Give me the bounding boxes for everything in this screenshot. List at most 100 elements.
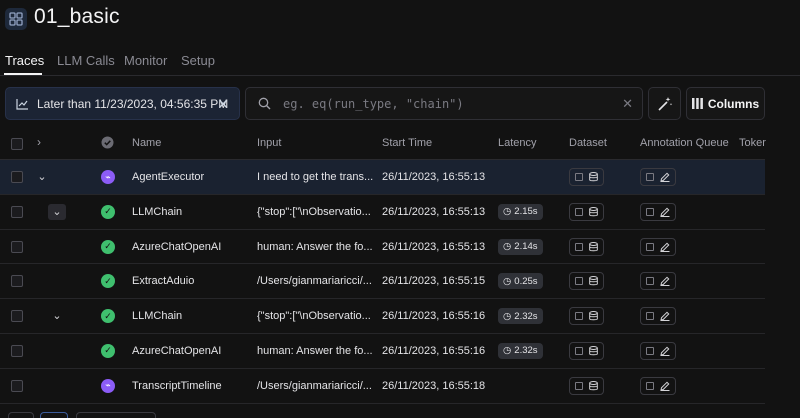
database-icon xyxy=(589,345,598,356)
current-page-button[interactable] xyxy=(40,412,68,418)
annotate-button[interactable] xyxy=(640,237,676,256)
table-row[interactable]: ✓ AzureChatOpenAI human: Answer the fo..… xyxy=(0,230,765,265)
clear-icon[interactable]: ✕ xyxy=(622,96,633,112)
annotate-button[interactable] xyxy=(640,341,676,360)
header-dataset[interactable]: Dataset xyxy=(569,137,607,149)
latency-badge: ◷ 2.32s xyxy=(498,342,543,359)
tab-bar: Traces LLM Calls Monitor Setup xyxy=(0,50,800,76)
row-input: human: Answer the fo... xyxy=(257,344,373,357)
add-to-dataset-button[interactable] xyxy=(569,168,604,186)
search-icon xyxy=(258,97,271,110)
chart-line-icon xyxy=(16,98,29,110)
prev-page-button[interactable] xyxy=(8,412,34,418)
clock-icon: ◷ xyxy=(503,310,512,322)
clock-icon: ◷ xyxy=(503,241,512,253)
annotate-button[interactable] xyxy=(640,272,676,291)
annotate-button[interactable] xyxy=(640,202,676,221)
header-annotation-queue[interactable]: Annotation Queue xyxy=(640,137,729,149)
clock-icon: ◷ xyxy=(503,206,512,218)
row-start-time: 26/11/2023, 16:55:18 xyxy=(382,379,486,392)
row-input: {"stop":["\nObservatio... xyxy=(257,205,371,218)
pencil-icon xyxy=(660,381,670,391)
latency-badge: ◷ 2.14s xyxy=(498,238,543,255)
chevron-down-icon[interactable]: ⌄ xyxy=(48,203,66,220)
pencil-icon xyxy=(660,276,670,287)
header-input[interactable]: Input xyxy=(257,137,281,149)
add-to-dataset-button[interactable] xyxy=(569,376,604,395)
columns-icon xyxy=(691,98,703,109)
latency-value: 2.14s xyxy=(514,241,538,253)
expand-all-chevron-icon[interactable]: › xyxy=(37,135,41,149)
pagination-bar xyxy=(0,410,800,418)
traces-table: › Name Input Start Time Latency Dataset … xyxy=(0,127,766,404)
row-checkbox[interactable] xyxy=(11,240,23,253)
latency-value: 2.15s xyxy=(514,206,538,218)
row-checkbox[interactable] xyxy=(11,205,23,218)
select-all-checkbox[interactable] xyxy=(11,138,23,150)
search-bar[interactable]: ✕ xyxy=(245,87,643,120)
header-latency[interactable]: Latency xyxy=(498,137,537,149)
magic-wand-button[interactable] xyxy=(648,87,681,120)
row-name: LLMChain xyxy=(132,310,183,323)
tab-traces[interactable]: Traces xyxy=(5,53,44,68)
page-size-select[interactable] xyxy=(76,412,156,418)
row-checkbox[interactable] xyxy=(11,171,23,183)
add-to-dataset-button[interactable] xyxy=(569,237,604,256)
row-start-time: 26/11/2023, 16:55:16 xyxy=(382,344,486,357)
annotate-button[interactable] xyxy=(640,168,676,186)
add-to-dataset-button[interactable] xyxy=(569,202,604,221)
table-row[interactable]: ⌁ TranscriptTimeline /Users/gianmariaric… xyxy=(0,369,765,404)
search-input[interactable] xyxy=(283,96,603,111)
chevron-down-icon[interactable]: ⌄ xyxy=(33,169,51,185)
row-start-time: 26/11/2023, 16:55:13 xyxy=(382,205,486,218)
latency-badge: ◷ 0.25s xyxy=(498,273,543,290)
grid-icon xyxy=(5,8,27,30)
running-status-icon: ⌁ xyxy=(101,170,115,184)
row-name: AzureChatOpenAI xyxy=(132,240,222,253)
pencil-icon xyxy=(660,172,670,182)
table-row[interactable]: ✓ AzureChatOpenAI human: Answer the fo..… xyxy=(0,334,765,369)
add-to-dataset-button[interactable] xyxy=(569,272,604,291)
row-input: /Users/gianmariaricci/... xyxy=(257,379,372,392)
tab-setup[interactable]: Setup xyxy=(181,53,215,68)
row-checkbox[interactable] xyxy=(11,379,23,392)
add-to-dataset-button[interactable] xyxy=(569,341,604,360)
header-tokens[interactable]: Toker xyxy=(739,137,766,149)
table-row[interactable]: ⌄ ✓ LLMChain {"stop":["\nObservatio... 2… xyxy=(0,195,765,230)
row-checkbox[interactable] xyxy=(11,344,23,357)
pencil-icon xyxy=(660,311,670,322)
database-icon xyxy=(589,172,598,182)
table-row[interactable]: ⌄ ✓ LLMChain {"stop":["\nObservatio... 2… xyxy=(0,299,765,334)
close-icon[interactable]: ✕ xyxy=(217,96,229,113)
columns-label: Columns xyxy=(707,96,760,111)
magic-wand-icon xyxy=(657,96,673,112)
add-to-dataset-button[interactable] xyxy=(569,307,604,326)
annotate-button[interactable] xyxy=(640,376,676,395)
tab-llm-calls[interactable]: LLM Calls xyxy=(57,53,115,68)
latency-badge: ◷ 2.15s xyxy=(498,203,543,220)
row-name: AzureChatOpenAI xyxy=(132,344,222,357)
row-checkbox[interactable] xyxy=(11,275,23,288)
page-header: 01_basic xyxy=(0,0,800,40)
page-title: 01_basic xyxy=(34,5,120,28)
database-icon xyxy=(589,241,598,252)
tab-monitor[interactable]: Monitor xyxy=(124,53,167,68)
running-status-icon: ⌁ xyxy=(101,378,115,393)
row-input: I need to get the trans... xyxy=(257,171,374,183)
pencil-icon xyxy=(660,346,670,356)
columns-button[interactable]: Columns xyxy=(686,87,765,120)
latency-value: 2.32s xyxy=(514,345,538,357)
table-row[interactable]: ✓ ExtractAduio /Users/gianmariaricci/...… xyxy=(0,264,765,300)
latency-value: 0.25s xyxy=(514,275,538,287)
date-filter-label: Later than 11/23/2023, 04:56:35 PM xyxy=(37,96,229,111)
header-start-time[interactable]: Start Time xyxy=(382,137,432,149)
chevron-down-icon[interactable]: ⌄ xyxy=(48,308,66,324)
annotate-button[interactable] xyxy=(640,307,676,326)
row-name: AgentExecutor xyxy=(132,171,205,183)
table-row[interactable]: ⌄ ⌁ AgentExecutor I need to get the tran… xyxy=(0,160,765,195)
header-name[interactable]: Name xyxy=(132,137,161,149)
row-checkbox[interactable] xyxy=(11,310,23,323)
row-name: ExtractAduio xyxy=(132,275,195,288)
date-filter-chip[interactable]: Later than 11/23/2023, 04:56:35 PM ✕ xyxy=(5,87,240,120)
row-start-time: 26/11/2023, 16:55:16 xyxy=(382,310,486,323)
